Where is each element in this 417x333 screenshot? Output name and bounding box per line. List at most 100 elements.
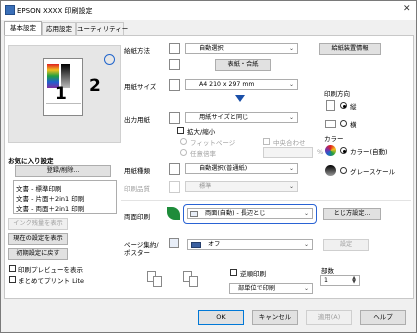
leaf-icon [167, 207, 180, 220]
chevron-down-icon: ⌄ [288, 165, 294, 172]
quality-label: 印刷品質 [124, 185, 150, 193]
grayscale-radio[interactable] [340, 167, 347, 174]
favorites-label: お気に入り設定 [8, 157, 54, 165]
list-item[interactable]: 文書 - 片面＋2in1 印刷 [16, 193, 84, 203]
scale-checkbox[interactable] [177, 127, 184, 134]
scale-input[interactable] [263, 147, 313, 158]
fit-page-radio[interactable] [180, 138, 187, 145]
chevron-down-icon: ⌄ [303, 285, 309, 292]
list-item[interactable]: 文書 - 両面＋2in1 印刷 [16, 203, 84, 213]
paper-size-icon [169, 79, 180, 91]
layout-sheet-icon [191, 242, 201, 248]
print-preview-label: 印刷プレビューを表示 [18, 266, 83, 274]
paper-source-info-button[interactable]: 給紙装置情報 [319, 43, 381, 55]
color-icon [325, 145, 336, 156]
chevron-down-icon: ⌄ [303, 241, 309, 248]
title-bar: EPSON XXXX 印刷設定 ✕ [1, 1, 416, 20]
chevron-down-icon: ⌄ [288, 114, 294, 121]
paper-source-value: 自動選択 [199, 45, 224, 52]
quality-icon [169, 181, 180, 193]
paper-size-value: A4 210 x 297 mm [199, 81, 255, 88]
paper-type-icon [169, 163, 180, 175]
print-preview-checkbox[interactable] [9, 265, 16, 272]
binding-settings-button[interactable]: とじ方設定... [323, 208, 381, 220]
paper-type-dropdown[interactable]: 自動選択(普通紙) ⌄ [185, 163, 298, 174]
print-preview: 1 2 [8, 45, 121, 143]
list-item[interactable]: 文書 - 標準印刷 [16, 183, 61, 193]
layout-value: オフ [208, 241, 221, 248]
cover-icon [169, 59, 180, 70]
grayscale-icon [325, 165, 336, 176]
output-paper-label: 出力用紙 [124, 116, 150, 124]
duplex-value: 両面(自動) - 長辺とじ [205, 210, 266, 217]
chevron-down-icon: ⌄ [288, 183, 294, 190]
window-title: EPSON XXXX 印刷設定 [17, 7, 93, 15]
copies-stepper[interactable]: 1 ▲ ▼ [320, 275, 360, 286]
paper-size-label: 用紙サイズ [124, 83, 157, 91]
favorites-register-button[interactable]: 登録/削除... [15, 165, 111, 177]
reverse-order-checkbox[interactable] [230, 269, 237, 276]
cancel-button[interactable]: キャンセル [252, 310, 298, 325]
paper-type-value: 自動選択(普通紙) [199, 165, 248, 172]
check-icon [104, 54, 115, 65]
landscape-icon [325, 120, 336, 128]
divider [121, 200, 411, 201]
output-paper-icon [169, 112, 180, 124]
reset-settings-button[interactable]: 初期設定に戻す [8, 248, 68, 260]
output-paper-value: 用紙サイズと同じ [199, 114, 249, 121]
duplex-label: 両面印刷 [124, 213, 150, 221]
any-scale-label: 任意倍率 [190, 150, 216, 158]
copy-page-icon [189, 276, 198, 287]
copy-page-icon [153, 276, 162, 287]
tab-basic[interactable]: 基本設定 [4, 21, 42, 36]
copies-label: 部数 [321, 267, 334, 275]
layout-settings-button[interactable]: 設定 [323, 239, 369, 251]
current-settings-button[interactable]: 現在の設定を表示 [8, 233, 68, 245]
paper-size-dropdown[interactable]: A4 210 x 297 mm ⌄ [185, 79, 298, 90]
duplex-icon [190, 211, 198, 217]
help-button[interactable]: ヘルプ [360, 310, 406, 325]
paper-source-dropdown[interactable]: 自動選択 ⌄ [185, 43, 298, 54]
printer-icon [5, 5, 15, 15]
print-settings-window: EPSON XXXX 印刷設定 ✕ 基本設定 応用設定 ユーティリティー 1 2… [0, 0, 417, 333]
layout-icon [169, 238, 179, 248]
tab-advanced[interactable]: 応用設定 [42, 22, 76, 35]
landscape-label: 横 [350, 121, 357, 129]
tab-utility[interactable]: ユーティリティー [76, 22, 128, 35]
chevron-down-icon: ⌄ [288, 45, 294, 52]
page-number-1: 1 [55, 84, 67, 104]
ink-level-button[interactable]: インク残量を表示 [8, 218, 68, 230]
portrait-icon [326, 100, 335, 111]
collate-dropdown[interactable]: 部単位で印刷 ⌄ [229, 283, 313, 294]
close-icon[interactable]: ✕ [403, 4, 411, 14]
paper-type-label: 用紙種類 [124, 167, 150, 175]
center-label: 中央合わせ [273, 139, 306, 147]
collate-value: 部単位で印刷 [238, 285, 276, 292]
orientation-label: 印刷方向 [324, 90, 350, 98]
output-paper-dropdown[interactable]: 用紙サイズと同じ ⌄ [185, 112, 298, 123]
reverse-order-label: 逆順印刷 [240, 270, 266, 278]
print-lite-label: まとめてプリント Lite [18, 277, 85, 285]
layout-dropdown[interactable]: オフ ⌄ [187, 239, 313, 250]
envelope-button[interactable]: 表紙・合紙 [215, 59, 271, 71]
duplex-dropdown[interactable]: 両面(自動) - 長辺とじ ⌄ [187, 208, 313, 219]
ok-button[interactable]: OK [198, 310, 244, 325]
favorites-list: 文書 - 標準印刷 文書 - 片面＋2in1 印刷 文書 - 両面＋2in1 印… [13, 180, 117, 214]
quality-dropdown[interactable]: 標準 ⌄ [185, 181, 298, 192]
arrow-down-icon [235, 95, 245, 102]
grayscale-label: グレースケール [350, 168, 396, 176]
portrait-label: 縦 [350, 103, 357, 111]
landscape-radio[interactable] [340, 120, 347, 127]
print-lite-checkbox[interactable] [9, 276, 16, 283]
portrait-radio[interactable] [340, 102, 347, 109]
fit-page-label: フィットページ [190, 139, 236, 147]
paper-source-label: 給紙方法 [124, 47, 150, 55]
color-auto-radio[interactable] [340, 147, 347, 154]
stepper-arrows-icon[interactable]: ▲ ▼ [352, 276, 356, 285]
layout-label-2: ポスター [124, 249, 150, 257]
any-scale-radio[interactable] [180, 149, 187, 156]
center-checkbox[interactable] [263, 138, 270, 145]
color-label: カラー [324, 135, 344, 143]
scale-label: 拡大/縮小 [187, 128, 216, 136]
apply-button[interactable]: 適用(A) [306, 310, 352, 325]
